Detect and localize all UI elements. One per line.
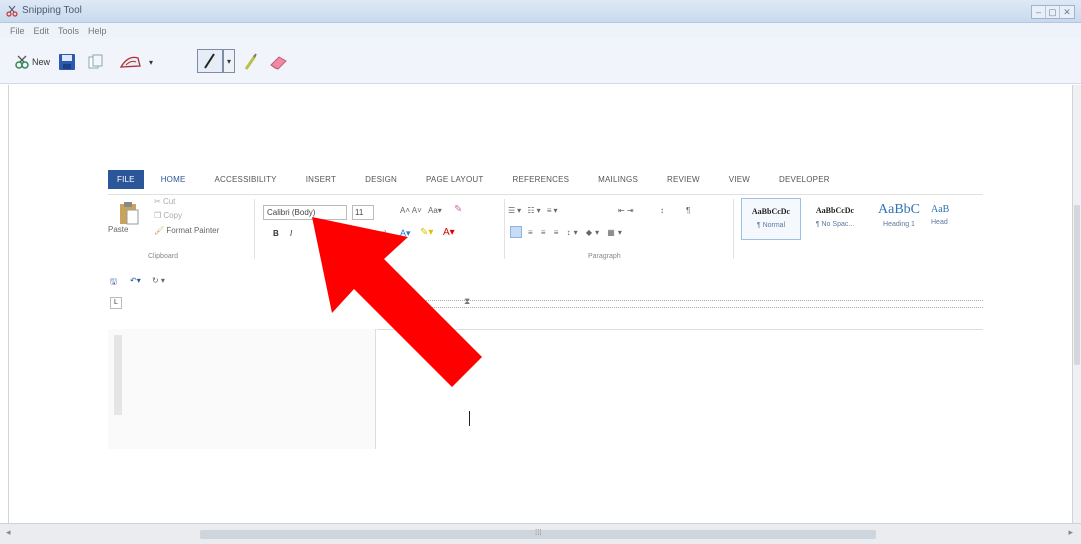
scissors-app-icon (6, 5, 18, 17)
menu-file[interactable]: File (10, 26, 25, 36)
scissors-icon: ✂ (154, 197, 161, 206)
style-sample: AaBbCcDc (751, 207, 791, 216)
format-painter-button[interactable]: 🖌 Format Painter (154, 226, 219, 235)
eraser-icon (270, 56, 287, 70)
text-cursor (469, 411, 470, 426)
group-divider (733, 199, 734, 259)
tab-insert[interactable]: INSERT (306, 175, 336, 184)
quick-access-toolbar: 🖫 ↶▾ ↻ ▾ (108, 276, 308, 290)
new-snip-button[interactable]: New (14, 51, 50, 73)
chevron-down-icon[interactable]: ▾ (149, 58, 153, 67)
highlighter-button[interactable] (242, 51, 260, 73)
close-button[interactable]: ✕ (1060, 6, 1074, 18)
cut-button[interactable]: ✂ Cut (154, 197, 175, 206)
window-controls: – ▢ ✕ (1031, 5, 1075, 19)
style-name: ¶ Normal (756, 222, 786, 229)
maximize-button[interactable]: ▢ (1046, 6, 1060, 18)
indent-icon[interactable]: ⇤ ⇥ (618, 206, 634, 215)
vertical-scrollbar[interactable] (1073, 85, 1081, 523)
sort-icon[interactable]: ↕ (660, 206, 664, 215)
group-divider (254, 199, 255, 259)
format-painter-label: Format Painter (166, 226, 220, 235)
tab-mailings[interactable]: MAILINGS (598, 175, 638, 184)
style-sample: AaBbCcDc (815, 206, 855, 215)
pen-icon (204, 53, 215, 69)
home-ribbon: Paste ✂ Cut ❐ Copy 🖌 Format Painter Clip… (108, 194, 983, 264)
grip-icon: ⁞⁞⁞ (535, 528, 542, 537)
snip-toolbar: New ▾ ▾ (0, 38, 1081, 84)
ribbon-tabs: FILE HOME ACCESSIBILITY INSERT DESIGN PA… (108, 164, 983, 194)
new-snip-icon (15, 55, 29, 69)
style-normal[interactable]: AaBbCcDc ¶ Normal (741, 198, 801, 240)
new-label: New (32, 57, 51, 67)
pen-button[interactable] (197, 49, 223, 73)
style-no-spacing[interactable]: AaBbCcDc ¶ No Spac... (805, 198, 865, 240)
save-small-icon[interactable]: 🖫 (110, 276, 117, 290)
cut-label: Cut (162, 197, 176, 206)
vertical-ruler (114, 335, 122, 415)
group-divider (504, 199, 505, 259)
eraser-button[interactable] (268, 51, 290, 73)
red-arrow-annotation (312, 217, 482, 387)
scroll-left-icon[interactable]: ◂ (6, 527, 11, 538)
ruler: L ⧗ (108, 296, 983, 311)
copy-small-icon: ❐ (154, 211, 162, 220)
paste-icon[interactable] (118, 200, 140, 226)
bullets-icon[interactable]: ☰▾ ☷▾ ≡▾ (508, 206, 560, 215)
save-button[interactable] (58, 51, 76, 73)
minimize-button[interactable]: – (1032, 6, 1046, 18)
title-bar: Snipping Tool – ▢ ✕ (0, 0, 1081, 23)
copy-button[interactable] (87, 51, 105, 73)
menu-help[interactable]: Help (88, 26, 107, 36)
vertical-scroll-thumb[interactable] (1074, 205, 1080, 365)
copy-icon (88, 54, 103, 69)
highlighter-icon (244, 53, 257, 70)
style-sample: AaB (931, 204, 950, 215)
tab-developer[interactable]: DEVELOPER (779, 175, 830, 184)
redo-icon[interactable]: ↻ ▾ (152, 276, 165, 285)
save-icon (59, 54, 75, 70)
pilcrow-icon[interactable]: ¶ (686, 206, 690, 215)
send-snip-button[interactable]: ▾ (118, 51, 153, 73)
menu-bar: File Edit Tools Help (0, 23, 1081, 38)
style-name: Head (931, 219, 948, 226)
scroll-right-icon[interactable]: ▸ (1068, 527, 1073, 538)
style-heading-1[interactable]: AaBbC Heading 1 (869, 198, 929, 240)
style-name: Heading 1 (883, 221, 915, 228)
menu-tools[interactable]: Tools (58, 26, 79, 36)
italic-button[interactable]: I (290, 229, 292, 238)
window-title: Snipping Tool (22, 5, 82, 16)
style-name: ¶ No Spac... (815, 221, 855, 228)
tab-review[interactable]: REVIEW (667, 175, 700, 184)
tab-design[interactable]: DESIGN (365, 175, 397, 184)
pen-dropdown[interactable]: ▾ (223, 49, 235, 73)
tab-home[interactable]: HOME (161, 175, 186, 184)
tab-accessibility[interactable]: ACCESSIBILITY (215, 175, 277, 184)
copy-label: Copy (163, 211, 183, 220)
tab-selector-icon[interactable]: L (110, 297, 122, 309)
tab-references[interactable]: REFERENCES (512, 175, 569, 184)
align-left-icon[interactable] (510, 226, 522, 238)
clipboard-group-label: Clipboard (148, 253, 178, 260)
style-sample: AaBbC (878, 202, 920, 217)
word-ribbon-screenshot: FILE HOME ACCESSIBILITY INSERT DESIGN PA… (108, 164, 983, 449)
bold-button[interactable]: B (273, 229, 279, 238)
align-icons[interactable]: ≡ ≡ ≡ ↕▾ ◆▾ ▦▾ (528, 228, 625, 237)
send-icon (119, 56, 141, 68)
undo-icon[interactable]: ↶▾ (130, 276, 141, 285)
tab-page-layout[interactable]: PAGE LAYOUT (426, 175, 483, 184)
paste-label[interactable]: Paste (108, 225, 128, 234)
tab-file[interactable]: FILE (108, 169, 144, 189)
chevron-down-icon: ▾ (226, 56, 231, 66)
snipping-tool-window: Snipping Tool – ▢ ✕ File Edit Tools Help… (0, 0, 1081, 544)
copy-ribbon-button[interactable]: ❐ Copy (154, 211, 182, 220)
paragraph-group-label: Paragraph (588, 253, 621, 260)
horizontal-scrollbar[interactable]: ◂ ⁞⁞⁞ ▸ (0, 523, 1081, 544)
brush-icon: 🖌 (154, 226, 165, 235)
menu-edit[interactable]: Edit (34, 26, 50, 36)
tab-view[interactable]: VIEW (729, 175, 750, 184)
style-heading-2[interactable]: AaB Head (931, 198, 983, 240)
